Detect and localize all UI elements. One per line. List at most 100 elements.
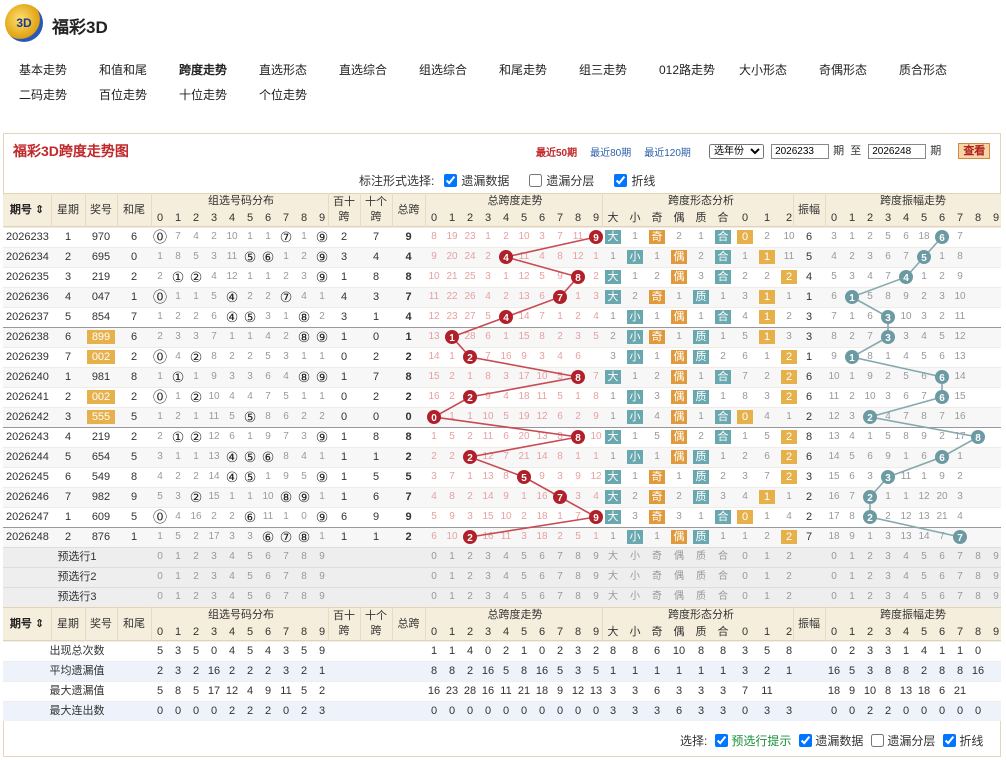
preselect-form-cell[interactable]: 大 <box>602 567 624 587</box>
preselect-form-cell[interactable]: 合 <box>712 547 734 567</box>
preselect-amp-cell[interactable]: 4 <box>897 587 915 607</box>
preselect-group-cell[interactable]: 2 <box>187 567 205 587</box>
preselect-group-cell[interactable]: 3 <box>205 547 223 567</box>
nav-link[interactable]: 012路走势 <box>652 60 732 85</box>
preselect-group-cell[interactable]: 9 <box>313 567 331 587</box>
preselect-form-cell[interactable]: 1 <box>756 567 778 587</box>
preselect-form-cell[interactable]: 小 <box>624 547 646 567</box>
to-period-input[interactable] <box>868 144 927 159</box>
mark-checkbox[interactable] <box>529 174 543 187</box>
preselect-amp-cell[interactable]: 0 <box>825 587 843 607</box>
preselect-span-cell[interactable]: 8 <box>569 567 587 587</box>
preselect-form-cell[interactable]: 0 <box>734 547 756 567</box>
preselect-span-cell[interactable]: 2 <box>461 567 479 587</box>
preselect-span-cell[interactable]: 3 <box>479 547 497 567</box>
preselect-amp-cell[interactable]: 6 <box>933 567 951 587</box>
preselect-amp-cell[interactable]: 8 <box>969 567 987 587</box>
preselect-group-cell[interactable]: 5 <box>241 587 259 607</box>
preselect-group-cell[interactable]: 5 <box>241 567 259 587</box>
from-period-input[interactable] <box>771 144 830 159</box>
footer-checkbox[interactable] <box>871 734 885 747</box>
preselect-amp-cell[interactable]: 1 <box>843 587 861 607</box>
preselect-form-cell[interactable]: 1 <box>756 547 778 567</box>
preselect-span-cell[interactable]: 8 <box>569 547 587 567</box>
preselect-span-cell[interactable]: 6 <box>533 567 551 587</box>
preselect-span-cell[interactable]: 1 <box>443 547 461 567</box>
period-header[interactable]: 期号 ⇕ <box>3 607 51 641</box>
fucai-logo[interactable]: 3D <box>5 4 43 42</box>
preselect-form-cell[interactable]: 小 <box>624 587 646 607</box>
preselect-form-cell[interactable]: 质 <box>690 587 712 607</box>
preselect-span-cell[interactable]: 4 <box>497 547 515 567</box>
preselect-span-cell[interactable]: 3 <box>479 587 497 607</box>
nav-link[interactable]: 直选综合 <box>332 60 412 85</box>
preselect-span-cell[interactable]: 3 <box>479 567 497 587</box>
preselect-form-cell[interactable]: 大 <box>602 547 624 567</box>
nav-link[interactable]: 和值和尾 <box>92 60 172 85</box>
mark-checkbox[interactable] <box>614 174 628 187</box>
preselect-span-cell[interactable]: 1 <box>443 567 461 587</box>
preselect-span-cell[interactable]: 4 <box>497 587 515 607</box>
preselect-amp-cell[interactable]: 2 <box>861 567 879 587</box>
preselect-amp-cell[interactable]: 5 <box>915 547 933 567</box>
preselect-form-cell[interactable]: 2 <box>778 567 800 587</box>
preselect-span-cell[interactable]: 0 <box>425 587 443 607</box>
preselect-form-cell[interactable]: 2 <box>778 547 800 567</box>
preselect-group-cell[interactable]: 8 <box>295 587 313 607</box>
preselect-span-cell[interactable]: 8 <box>569 587 587 607</box>
preselect-span-cell[interactable]: 0 <box>425 567 443 587</box>
preselect-group-cell[interactable]: 7 <box>277 587 295 607</box>
preselect-amp-cell[interactable]: 9 <box>987 547 1005 567</box>
preselect-form-cell[interactable]: 大 <box>602 587 624 607</box>
nav-link[interactable]: 基本走势 <box>12 60 92 85</box>
preselect-span-cell[interactable]: 1 <box>443 587 461 607</box>
preselect-form-cell[interactable]: 合 <box>712 567 734 587</box>
nav-link[interactable]: 十位走势 <box>172 85 252 110</box>
preselect-amp-cell[interactable]: 9 <box>987 587 1005 607</box>
nav-link[interactable]: 个位走势 <box>252 85 332 110</box>
preselect-group-cell[interactable]: 8 <box>295 547 313 567</box>
preselect-form-cell[interactable]: 奇 <box>646 587 668 607</box>
nav-link[interactable]: 百位走势 <box>92 85 172 110</box>
preselect-form-cell[interactable]: 0 <box>734 587 756 607</box>
preselect-form-cell[interactable]: 合 <box>712 587 734 607</box>
preselect-group-cell[interactable]: 0 <box>151 567 169 587</box>
preselect-amp-cell[interactable]: 3 <box>879 587 897 607</box>
preselect-amp-cell[interactable]: 9 <box>987 567 1005 587</box>
footer-checkbox[interactable] <box>715 734 729 747</box>
preselect-group-cell[interactable]: 4 <box>223 587 241 607</box>
preselect-amp-cell[interactable]: 8 <box>969 547 987 567</box>
preselect-group-cell[interactable]: 3 <box>205 587 223 607</box>
nav-link[interactable]: 大小形态 <box>732 60 812 85</box>
preselect-group-cell[interactable]: 7 <box>277 567 295 587</box>
preselect-group-cell[interactable]: 0 <box>151 587 169 607</box>
preselect-amp-cell[interactable]: 5 <box>915 567 933 587</box>
preselect-group-cell[interactable]: 2 <box>187 587 205 607</box>
preselect-group-cell[interactable]: 4 <box>223 567 241 587</box>
preselect-amp-cell[interactable]: 2 <box>861 547 879 567</box>
preselect-amp-cell[interactable]: 1 <box>843 567 861 587</box>
preselect-span-cell[interactable]: 6 <box>533 547 551 567</box>
preselect-amp-cell[interactable]: 7 <box>951 587 969 607</box>
preselect-amp-cell[interactable]: 6 <box>933 587 951 607</box>
preselect-form-cell[interactable]: 偶 <box>668 567 690 587</box>
preselect-form-cell[interactable]: 2 <box>778 587 800 607</box>
preselect-form-cell[interactable]: 0 <box>734 567 756 587</box>
preselect-amp-cell[interactable]: 7 <box>951 547 969 567</box>
preselect-form-cell[interactable]: 偶 <box>668 547 690 567</box>
preselect-group-cell[interactable]: 9 <box>313 587 331 607</box>
preselect-amp-cell[interactable]: 5 <box>915 587 933 607</box>
preselect-group-cell[interactable]: 6 <box>259 587 277 607</box>
preselect-amp-cell[interactable]: 6 <box>933 547 951 567</box>
preselect-span-cell[interactable]: 4 <box>497 567 515 587</box>
preselect-span-cell[interactable]: 5 <box>515 587 533 607</box>
nav-link[interactable]: 组三走势 <box>572 60 652 85</box>
preselect-amp-cell[interactable]: 1 <box>843 547 861 567</box>
footer-checkbox[interactable] <box>799 734 813 747</box>
preselect-span-cell[interactable]: 2 <box>461 587 479 607</box>
preselect-group-cell[interactable]: 8 <box>295 567 313 587</box>
preselect-form-cell[interactable]: 质 <box>690 547 712 567</box>
nav-link[interactable]: 二码走势 <box>12 85 92 110</box>
preselect-amp-cell[interactable]: 0 <box>825 547 843 567</box>
nav-link[interactable]: 跨度走势 <box>172 60 252 85</box>
